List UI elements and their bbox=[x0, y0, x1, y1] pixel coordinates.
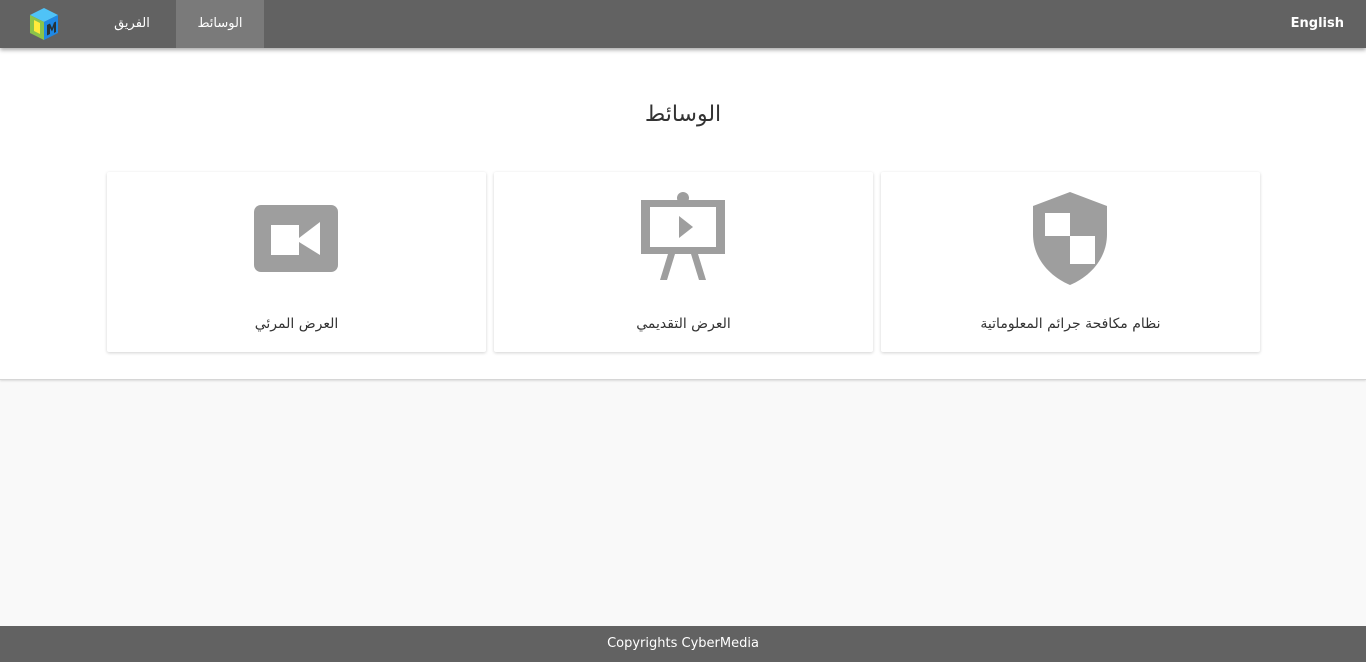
card-label: العرض المرئي bbox=[254, 316, 339, 332]
page-title: الوسائط bbox=[644, 102, 722, 127]
footer: Copyrights CyberMedia bbox=[0, 626, 1366, 662]
top-navbar: الفريق الوسائط English bbox=[0, 0, 1366, 48]
shield-icon bbox=[881, 172, 1260, 292]
nav-item-media[interactable]: الوسائط bbox=[176, 0, 264, 48]
cybermedia-logo-icon[interactable] bbox=[26, 6, 62, 42]
media-section: الوسائط العرض المرئي العرض التقديمي نظام… bbox=[0, 48, 1366, 380]
presentation-board-icon bbox=[494, 172, 873, 292]
nav-item-team[interactable]: الفريق bbox=[96, 0, 168, 48]
card-anti-cybercrime-system[interactable]: نظام مكافحة جرائم المعلوماتية bbox=[881, 172, 1260, 352]
language-switch-link[interactable]: English bbox=[1291, 0, 1344, 48]
video-camera-icon bbox=[107, 172, 486, 292]
card-video-presentation[interactable]: العرض المرئي bbox=[107, 172, 486, 352]
card-label: نظام مكافحة جرائم المعلوماتية bbox=[980, 316, 1161, 332]
card-slide-presentation[interactable]: العرض التقديمي bbox=[494, 172, 873, 352]
card-label: العرض التقديمي bbox=[636, 316, 731, 332]
copyright-text: Copyrights CyberMedia bbox=[607, 636, 759, 651]
